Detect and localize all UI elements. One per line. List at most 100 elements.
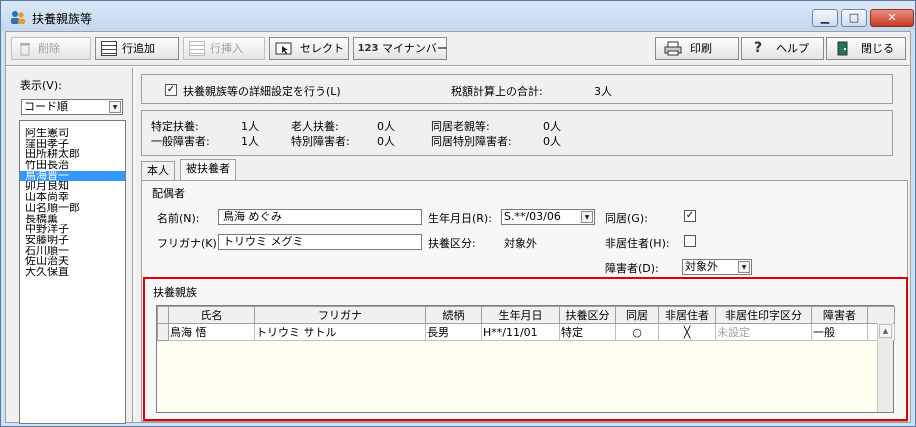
cell-kubun[interactable]: 特定 <box>559 323 616 341</box>
cell-name[interactable]: 鳥海 悟 <box>168 323 255 341</box>
minimize-button[interactable]: ▁ <box>812 9 838 27</box>
select-icon <box>275 41 292 56</box>
tokubetsu-label: 特別障害者: <box>291 135 350 148</box>
doukyo-checkbox[interactable]: ✓ <box>684 210 696 222</box>
employee-panel: 表示(V): コード順 ▼ 阿生憲司 窪田孝子 田所耕太郎 竹田長治 鳥海晋一 卯月良知山… <box>10 68 131 424</box>
check-icon: ✓ <box>166 84 176 95</box>
col-header-print-kubun[interactable]: 非居住印字区分 <box>715 306 812 324</box>
doukyo-label: 同居(G): <box>605 212 648 225</box>
fuyou-kubun-label: 扶養区分: <box>428 237 476 250</box>
insert-row-button[interactable]: 行挿入 <box>183 37 265 60</box>
tax-total-label: 税額計算上の合計: <box>451 85 543 98</box>
spouse-disability-label: 障害者(D): <box>605 262 659 275</box>
cell-disability[interactable]: 一般 <box>811 323 868 341</box>
cell-birth[interactable]: H**/11/01 <box>481 323 560 341</box>
toolbar-separator <box>6 65 910 67</box>
cell-kana[interactable]: トリウミ サトル <box>254 323 426 341</box>
list-item[interactable]: 佐山治夫 <box>20 256 125 267</box>
grid-vertical-scrollbar[interactable]: ▲ <box>877 323 893 412</box>
delete-button[interactable]: 削除 <box>11 37 91 60</box>
maximize-icon: □ <box>848 11 860 24</box>
close-window-button[interactable]: ✕ <box>870 9 914 27</box>
employee-list[interactable]: 阿生憲司 窪田孝子 田所耕太郎 竹田長治 鳥海晋一 卯月良知 山本尚幸 山名順一郎 長橋薫 中野洋… <box>19 120 126 424</box>
table-row[interactable]: 鳥海 悟 トリウミ サトル 長男 H**/11/01 特定 ○ ╳ 未設定 一般 <box>157 323 895 341</box>
col-header-kubun[interactable]: 扶養区分 <box>559 306 616 324</box>
sort-select[interactable]: コード順 ▼ <box>21 99 123 115</box>
list-item[interactable]: 田所耕太郎 <box>20 149 125 160</box>
doukyo-rouoya-value: 0人 <box>543 120 561 133</box>
header-row: 氏名 フリガナ 続柄 生年月日 扶養区分 同居 非居住者 非居住印字区分 障害者 <box>157 306 895 324</box>
tab-honnin[interactable]: 本人 <box>141 161 175 180</box>
list-item[interactable]: 石川順一 <box>20 246 125 257</box>
print-label: 印刷 <box>690 42 712 55</box>
grid-add-icon <box>101 41 117 56</box>
list-item[interactable]: 鳥海晋一 <box>20 170 125 182</box>
scroll-up-icon[interactable]: ▲ <box>879 324 892 338</box>
col-header-nonresident[interactable]: 非居住者 <box>658 306 716 324</box>
list-item[interactable]: 阿生憲司 <box>20 128 125 139</box>
delete-label: 削除 <box>38 42 60 55</box>
add-row-button[interactable]: 行追加 <box>95 37 179 60</box>
list-item[interactable]: 大久保直 <box>20 267 125 278</box>
nonresident-label: 非居住者(H): <box>605 237 670 250</box>
cell-doukyo[interactable]: ○ <box>615 323 659 341</box>
list-item[interactable]: 卯月良知 <box>20 181 125 192</box>
cell-nonresident[interactable]: ╳ <box>658 323 716 341</box>
maximize-button[interactable]: □ <box>841 9 867 27</box>
list-item[interactable]: 山本尚幸 <box>20 192 125 203</box>
col-header-disability[interactable]: 障害者 <box>811 306 868 324</box>
help-button[interactable]: ? ヘルプ <box>741 37 824 60</box>
dependents-section: 扶養親族 氏名 フリガナ 続柄 生年月日 扶養区分 同居 非居住者 非居住印字区… <box>143 277 908 421</box>
close-button[interactable]: 閉じる <box>826 37 906 60</box>
mynumber-button[interactable]: 123 マイナンバー <box>353 37 448 60</box>
doukyo-rouoya-label: 同居老親等: <box>431 120 490 133</box>
spouse-section-title: 配偶者 <box>152 187 185 200</box>
list-item[interactable]: 山名順一郎 <box>20 203 125 214</box>
doukyo-tokubetsu-label: 同居特別障害者: <box>431 135 512 148</box>
col-header-kana[interactable]: フリガナ <box>254 306 426 324</box>
ippan-value: 1人 <box>241 135 259 148</box>
insert-row-label: 行挿入 <box>210 42 243 55</box>
list-item[interactable]: 中野洋子 <box>20 224 125 235</box>
select-button[interactable]: セレクト <box>269 37 349 60</box>
spouse-birth-select[interactable]: S.**/03/06 ▼ <box>501 209 595 225</box>
spouse-kana-field[interactable]: トリウミ メグミ <box>218 234 422 250</box>
close-label: 閉じる <box>861 42 894 55</box>
spouse-name-field[interactable]: 鳥海 めぐみ <box>218 209 422 225</box>
help-icon: ? <box>753 40 763 56</box>
display-label: 表示(V): <box>20 79 62 92</box>
spouse-disability-value: 対象外 <box>685 260 718 273</box>
col-header-relation[interactable]: 続柄 <box>425 306 482 324</box>
spouse-birth-label: 生年月日(R): <box>428 212 492 225</box>
col-header-birth[interactable]: 生年月日 <box>481 306 560 324</box>
chevron-down-icon[interactable]: ▼ <box>738 261 750 273</box>
cell-relation[interactable]: 長男 <box>425 323 482 341</box>
title-bar[interactable]: 扶養親族等 ▁ □ ✕ <box>1 1 915 31</box>
printer-icon <box>664 41 682 56</box>
spouse-name-label: 名前(N): <box>157 212 200 225</box>
tokutei-label: 特定扶養: <box>151 120 199 133</box>
panel-splitter[interactable] <box>132 68 135 422</box>
row-selector[interactable] <box>157 323 169 341</box>
tokutei-value: 1人 <box>241 120 259 133</box>
chevron-down-icon[interactable]: ▼ <box>109 101 121 113</box>
cell-print-kubun[interactable]: 未設定 <box>715 323 812 341</box>
tab-dependents[interactable]: 被扶養者 <box>180 159 236 180</box>
detail-settings-checkbox[interactable]: ✓ <box>165 84 177 96</box>
tokubetsu-value: 0人 <box>377 135 395 148</box>
scrollbar-header <box>867 306 895 324</box>
dependents-table: 氏名 フリガナ 続柄 生年月日 扶養区分 同居 非居住者 非居住印字区分 障害者 <box>157 306 895 341</box>
col-header-name[interactable]: 氏名 <box>168 306 255 324</box>
list-item[interactable]: 窪田孝子 <box>20 139 125 150</box>
list-item[interactable]: 安藤明子 <box>20 235 125 246</box>
print-button[interactable]: 印刷 <box>655 37 739 60</box>
nonresident-checkbox[interactable] <box>684 235 696 247</box>
list-item[interactable]: 長橋薫 <box>20 214 125 225</box>
list-item[interactable]: 竹田長治 <box>20 160 125 171</box>
chevron-down-icon[interactable]: ▼ <box>581 211 593 223</box>
col-header-doukyo[interactable]: 同居 <box>615 306 659 324</box>
minimize-icon: ▁ <box>820 11 830 24</box>
close-icon: ✕ <box>887 11 897 24</box>
doukyo-tokubetsu-value: 0人 <box>543 135 561 148</box>
spouse-disability-select[interactable]: 対象外 ▼ <box>682 259 752 275</box>
